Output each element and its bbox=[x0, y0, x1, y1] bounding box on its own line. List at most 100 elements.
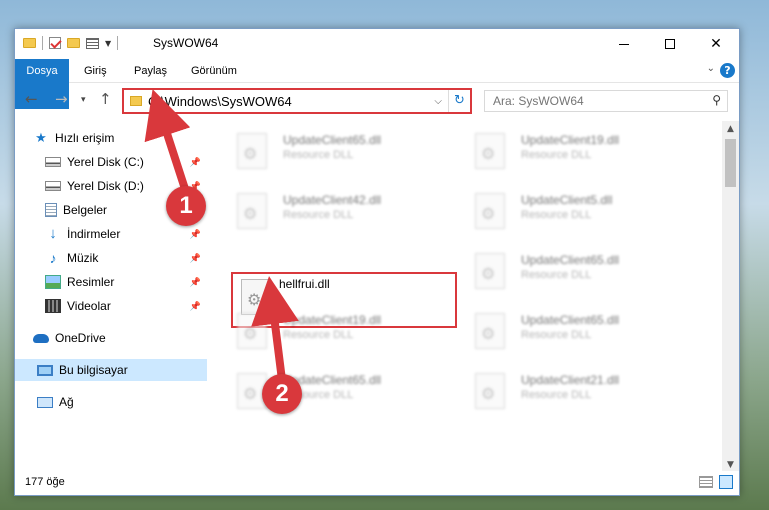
file-type: Resource DLL bbox=[521, 149, 592, 161]
status-bar: 177 öğe bbox=[15, 471, 739, 495]
computer-icon bbox=[37, 364, 53, 376]
file-item[interactable]: ⚙ UpdateClient65.dll Resource DLL bbox=[209, 127, 409, 177]
gear-icon: ⚙ bbox=[481, 384, 496, 403]
close-button[interactable]: ✕ bbox=[693, 29, 739, 59]
sidebar-item-label: OneDrive bbox=[55, 331, 106, 345]
disk-icon bbox=[45, 157, 61, 167]
pictures-icon bbox=[45, 275, 61, 289]
file-item[interactable]: ⚙ UpdateClient65.dll Resource DLL bbox=[447, 247, 647, 297]
up-button[interactable]: ↑ bbox=[99, 90, 112, 108]
sidebar-item-network[interactable]: Ağ bbox=[37, 391, 207, 413]
file-name: UpdateClient19.dll bbox=[283, 313, 382, 327]
address-path[interactable]: C:\Windows\SysWOW64 bbox=[148, 94, 292, 109]
document-icon bbox=[45, 203, 57, 217]
star-icon: ★ bbox=[35, 130, 47, 145]
file-type: Resource DLL bbox=[283, 209, 354, 221]
navigation-pane: ★ Hızlı erişim Yerel Disk (C:) 📌 Yerel D… bbox=[15, 121, 207, 461]
gear-icon: ⚙ bbox=[243, 144, 258, 163]
network-icon bbox=[37, 396, 53, 408]
onedrive-icon bbox=[33, 333, 49, 343]
download-icon: ↓ bbox=[49, 225, 57, 242]
sidebar-item-videos[interactable]: Videolar 📌 bbox=[45, 295, 207, 317]
sidebar-item-label: Resimler bbox=[67, 275, 115, 289]
sidebar-item-local-disk-c[interactable]: Yerel Disk (C:) 📌 bbox=[45, 151, 207, 173]
sidebar-item-label: Yerel Disk (C:) bbox=[67, 155, 144, 169]
maximize-icon bbox=[665, 39, 675, 49]
videos-icon bbox=[45, 299, 61, 313]
gear-icon: ⚙ bbox=[481, 324, 496, 343]
quick-access-toolbar: ▼ bbox=[23, 36, 119, 50]
file-item[interactable]: ⚙ UpdateClient42.dll Resource DLL bbox=[209, 187, 409, 237]
file-item[interactable]: ⚙ UpdateClient21.dll Resource DLL bbox=[447, 367, 647, 417]
tab-share[interactable]: Paylaş bbox=[134, 59, 167, 83]
gear-icon: ⚙ bbox=[481, 204, 496, 223]
file-item[interactable]: ⚙ UpdateClient65.dll Resource DLL bbox=[209, 367, 409, 417]
minimize-button[interactable] bbox=[601, 29, 647, 59]
toolbar-divider bbox=[42, 36, 43, 50]
tab-home[interactable]: Giriş bbox=[84, 59, 107, 83]
sidebar-item-label: Müzik bbox=[67, 251, 99, 265]
dll-file-icon: ⚙ bbox=[475, 313, 505, 349]
large-icons-view-icon[interactable] bbox=[719, 475, 733, 489]
sidebar-item-label: Videolar bbox=[67, 299, 111, 313]
sidebar-item-music[interactable]: ♪ Müzik 📌 bbox=[45, 247, 207, 269]
sidebar-item-downloads[interactable]: ↓ İndirmeler 📌 bbox=[45, 223, 207, 245]
file-item[interactable]: ⚙ UpdateClient19.dll Resource DLL bbox=[209, 307, 409, 357]
search-input[interactable] bbox=[485, 91, 695, 111]
file-type: Resource DLL bbox=[283, 149, 354, 161]
recent-locations-button[interactable]: ▾ bbox=[81, 95, 86, 105]
toolbar-divider bbox=[117, 36, 119, 50]
file-name: UpdateClient65.dll bbox=[521, 253, 620, 267]
sidebar-item-pictures[interactable]: Resimler 📌 bbox=[45, 271, 207, 293]
address-bar[interactable]: C:\Windows\SysWOW64 ⌵ ↻ bbox=[122, 88, 472, 114]
close-icon: ✕ bbox=[710, 36, 722, 52]
file-type: Resource DLL bbox=[521, 269, 592, 281]
file-type: Resource DLL bbox=[521, 329, 592, 341]
vertical-scrollbar[interactable]: ▲ ▼ bbox=[722, 121, 739, 473]
sidebar-item-label: İndirmeler bbox=[67, 227, 121, 241]
scroll-up-icon[interactable]: ▲ bbox=[722, 121, 739, 137]
file-item[interactable]: ⚙ UpdateClient5.dll Resource DLL bbox=[447, 187, 647, 237]
search-box[interactable]: ⚲ bbox=[484, 90, 728, 112]
file-item[interactable]: ⚙ UpdateClient65.dll Resource DLL bbox=[447, 307, 647, 357]
chevron-down-icon[interactable]: ▼ bbox=[105, 39, 111, 48]
gear-icon: ⚙ bbox=[243, 204, 258, 223]
gear-icon: ⚙ bbox=[243, 384, 258, 403]
customize-toolbar-icon[interactable] bbox=[86, 37, 99, 49]
sidebar-item-label: Bu bilgisayar bbox=[59, 363, 128, 377]
scroll-thumb[interactable] bbox=[725, 139, 736, 187]
file-item[interactable]: ⚙ UpdateClient19.dll Resource DLL bbox=[447, 127, 647, 177]
refresh-button[interactable]: ↻ bbox=[448, 90, 470, 112]
pin-icon[interactable]: 📌 bbox=[190, 301, 201, 312]
forward-button[interactable]: → bbox=[55, 90, 68, 108]
sidebar-item-onedrive[interactable]: OneDrive bbox=[33, 327, 207, 349]
pin-icon[interactable]: 📌 bbox=[190, 277, 201, 288]
back-button[interactable]: ← bbox=[25, 90, 38, 108]
sidebar-item-quick-access[interactable]: ★ Hızlı erişim bbox=[33, 127, 225, 149]
window-title: SysWOW64 bbox=[153, 36, 219, 50]
pin-icon[interactable]: 📌 bbox=[190, 157, 201, 168]
gear-icon: ⚙ bbox=[481, 144, 496, 163]
pin-icon[interactable]: 📌 bbox=[190, 229, 201, 240]
expand-ribbon-icon[interactable]: ⌄ bbox=[707, 63, 715, 74]
dll-file-icon: ⚙ bbox=[475, 193, 505, 229]
sidebar-item-this-pc[interactable]: Bu bilgisayar bbox=[15, 359, 207, 381]
new-folder-icon[interactable] bbox=[67, 38, 80, 48]
file-name: UpdateClient42.dll bbox=[283, 193, 382, 207]
help-icon[interactable]: ? bbox=[720, 63, 735, 78]
maximize-button[interactable] bbox=[647, 29, 693, 59]
pin-icon[interactable]: 📌 bbox=[190, 253, 201, 264]
search-icon[interactable]: ⚲ bbox=[712, 93, 721, 107]
properties-check-icon[interactable] bbox=[49, 37, 61, 49]
dll-file-icon: ⚙ bbox=[237, 313, 267, 349]
item-count: 177 öğe bbox=[25, 476, 65, 488]
folder-icon[interactable] bbox=[23, 38, 36, 48]
dll-file-icon: ⚙ bbox=[237, 193, 267, 229]
chevron-down-icon[interactable]: ⌵ bbox=[434, 96, 442, 107]
tab-view[interactable]: Görünüm bbox=[191, 59, 237, 83]
step-2-badge: 2 bbox=[262, 374, 302, 414]
sidebar-item-label: Belgeler bbox=[63, 203, 108, 217]
dll-file-icon: ⚙ bbox=[237, 133, 267, 169]
details-view-icon[interactable] bbox=[699, 476, 713, 488]
gear-icon: ⚙ bbox=[243, 324, 258, 343]
